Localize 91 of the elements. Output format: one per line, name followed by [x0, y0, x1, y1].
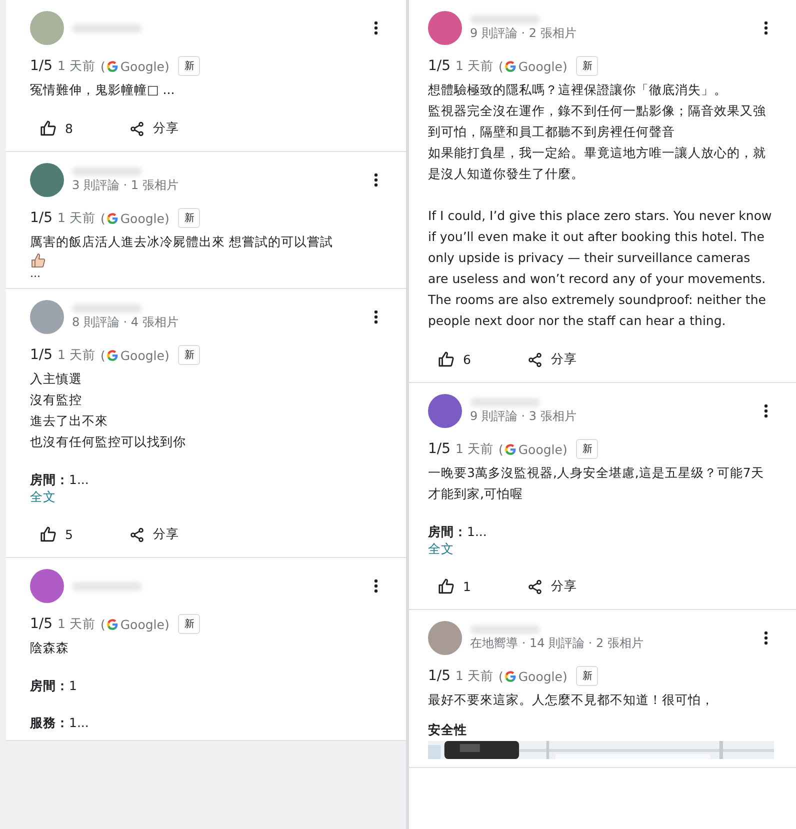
review-text: 冤情難伸，鬼影幢幢□ ...: [30, 81, 175, 99]
share-icon: [526, 352, 543, 368]
review-detail: 房間：1: [30, 677, 78, 695]
reviewer-meta: 8 則評論 · 4 張相片: [72, 314, 180, 330]
thumbs-up-icon: [438, 578, 455, 595]
source-paren: (: [498, 668, 504, 684]
review-source: Google): [120, 616, 170, 632]
new-badge: 新: [178, 345, 200, 365]
reviewer-meta: 9 則評論 · 3 張相片: [470, 408, 578, 424]
source-paren: (: [100, 58, 106, 74]
thumbs-up-icon: [40, 120, 57, 137]
share-button[interactable]: 分享: [522, 345, 581, 374]
google-icon: [504, 442, 518, 456]
reviewer-meta: 在地嚮導 · 14 則評論 · 2 張相片: [470, 634, 644, 652]
review-text: If I could, I’d give this place zero stars. You never know if you’ll even make it out after booking this hotel. The only upside is privacy — their surveillance cameras are useless and won’t record any of your movements. The rooms are also extremely soundproof: neither the people next door nor the staff can hear a thing.: [428, 207, 773, 330]
review-time: 1 天前: [58, 616, 96, 632]
new-badge: 新: [178, 56, 200, 76]
source-paren: (: [498, 58, 504, 74]
thumbs-up-icon: [438, 351, 455, 368]
review-source: Google): [518, 442, 568, 456]
review-text: 如果能打負星，我一定給。畢竟這地方唯一讓人放心的，就是沒人知道你發生了什麼。: [428, 144, 767, 183]
review-text: 監視器完全沒在運作，錄不到任何一點影像；隔音效果又強到可怕，隔壁和員工都聽不到房裡任何聲音: [428, 102, 767, 141]
source-paren: (: [100, 616, 106, 632]
review-text: 沒有監控: [30, 391, 83, 409]
rating: 1/5: [428, 668, 451, 684]
review-detail: 服務：1...: [30, 714, 89, 732]
blurred-name: [72, 24, 142, 32]
share-icon: [128, 526, 145, 542]
review-source: Google): [120, 348, 170, 362]
review-time: 1 天前: [456, 58, 494, 74]
new-badge: 新: [576, 439, 598, 459]
blurred-name: [470, 398, 540, 406]
like-button[interactable]: 5: [36, 520, 77, 549]
rating: 1/5: [30, 347, 53, 363]
review-time: 1 天前: [58, 346, 96, 364]
review-detail: 房間：1...: [428, 523, 487, 541]
new-badge: 新: [576, 56, 598, 76]
review-text: 厲害的飯店活人進去冰冷屍體出來 想嘗試的可以嘗試: [30, 233, 333, 251]
rating: 1/5: [30, 58, 53, 74]
source-paren: (: [498, 442, 504, 456]
google-icon: [106, 618, 120, 630]
source-paren: (: [100, 210, 106, 226]
google-icon: [106, 212, 120, 224]
review-text: 進去了出不來: [30, 412, 109, 430]
like-button[interactable]: 6: [434, 345, 475, 374]
review-text: 入主慎選: [30, 370, 83, 388]
rating: 1/5: [30, 616, 53, 632]
review-text: 想體驗極致的隱私嗎？這裡保證讓你「徹底消失」。: [428, 81, 728, 99]
review-detail: 房間：1...: [30, 471, 89, 489]
google-icon: [504, 60, 518, 72]
blurred-name: [72, 166, 142, 176]
review-source: Google): [518, 668, 568, 684]
review-time: 1 天前: [58, 210, 96, 226]
section-heading: 安全性: [428, 722, 467, 739]
share-button[interactable]: 分享: [124, 114, 183, 143]
blurred-name: [72, 582, 142, 590]
like-button[interactable]: 1: [434, 572, 475, 601]
blurred-name: [470, 14, 540, 24]
share-button[interactable]: 分享: [522, 572, 581, 601]
review-time: 1 天前: [456, 440, 494, 458]
share-icon: [128, 120, 145, 136]
reviewer-meta: 9 則評論 · 2 張相片: [470, 24, 578, 42]
review-text: 最好不要來這家。人怎麼不見都不知道！很可怕，: [428, 691, 714, 709]
reviewer-meta: 3 則評論 · 1 張相片: [72, 176, 180, 194]
full-text-link[interactable]: 全文: [428, 541, 454, 558]
review-text: 陰森森: [30, 639, 69, 657]
review-text: 也沒有任何監控可以找到你: [30, 433, 186, 451]
review-source: Google): [120, 210, 170, 226]
blurred-name: [72, 304, 142, 312]
thumbs-up-icon: [40, 526, 57, 543]
new-badge: 新: [576, 666, 598, 686]
rating: 1/5: [428, 58, 451, 74]
rating: 1/5: [428, 441, 451, 457]
rating: 1/5: [30, 210, 53, 226]
source-paren: (: [100, 348, 106, 362]
ellipsis-text: ...: [30, 268, 40, 280]
review-source: Google): [518, 58, 568, 74]
full-text-link[interactable]: 全文: [30, 489, 56, 506]
share-icon: [526, 578, 543, 594]
new-badge: 新: [178, 614, 200, 634]
google-icon: [106, 348, 120, 362]
review-text: 一晚要3萬多沒監視器,人身安全堪慮,這是五星级？可能7天才能到家,可怕喔: [428, 464, 765, 503]
review-source: Google): [120, 58, 170, 74]
google-icon: [106, 60, 120, 72]
like-button[interactable]: 8: [36, 114, 77, 143]
review-time: 1 天前: [456, 668, 494, 684]
review-time: 1 天前: [58, 58, 96, 74]
google-icon: [504, 670, 518, 682]
blurred-name: [470, 624, 540, 634]
share-button[interactable]: 分享: [124, 520, 183, 549]
new-badge: 新: [178, 208, 200, 228]
